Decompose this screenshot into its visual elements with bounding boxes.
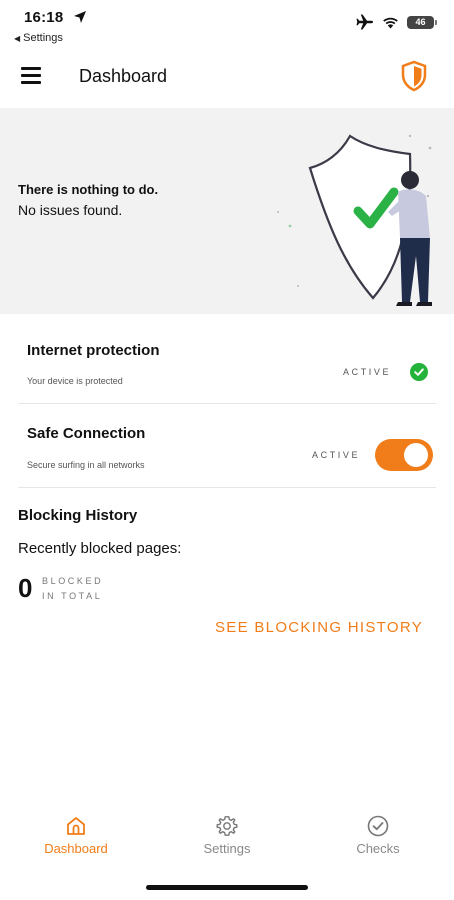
nav-settings[interactable]: Settings bbox=[172, 808, 282, 864]
safe-connection-row: Safe Connection Secure surfing in all ne… bbox=[18, 420, 436, 486]
blocking-history-subtitle: Recently blocked pages: bbox=[18, 540, 182, 557]
toggle-knob bbox=[404, 443, 428, 467]
internet-protection-title: Internet protection bbox=[27, 342, 160, 359]
status-time: 16:18 bbox=[24, 9, 64, 26]
check-circle-icon bbox=[410, 363, 428, 381]
divider bbox=[18, 403, 436, 404]
location-arrow-icon bbox=[74, 11, 86, 23]
home-icon bbox=[67, 817, 85, 835]
blocking-history-title: Blocking History bbox=[18, 507, 138, 524]
menu-icon-line bbox=[21, 81, 41, 84]
internet-protection-status: ACTIVE bbox=[343, 367, 392, 377]
back-label: Settings bbox=[23, 32, 63, 44]
gear-icon bbox=[216, 816, 238, 836]
page-title: Dashboard bbox=[79, 66, 168, 86]
status-indicators: 46 bbox=[356, 14, 437, 30]
safe-connection-description: Secure surfing in all networks bbox=[27, 460, 145, 470]
home-indicator[interactable] bbox=[146, 885, 308, 890]
status-hero: There is nothing to do. No issues found. bbox=[0, 108, 454, 314]
safe-connection-title: Safe Connection bbox=[27, 425, 146, 442]
check-circle-icon bbox=[367, 815, 389, 837]
nav-dashboard-label: Dashboard bbox=[44, 841, 108, 856]
safe-connection-status: ACTIVE bbox=[312, 450, 361, 460]
nav-dashboard[interactable]: Dashboard bbox=[21, 808, 131, 864]
blocked-count: 0 bbox=[18, 573, 33, 603]
see-blocking-history-link[interactable]: SEE BLOCKING HISTORY bbox=[215, 619, 423, 636]
wifi-icon bbox=[383, 17, 398, 28]
in-total-label: IN TOTAL bbox=[42, 591, 103, 601]
nav-checks-label: Checks bbox=[356, 841, 400, 856]
hero-subtitle: No issues found. bbox=[18, 202, 123, 218]
menu-icon-line bbox=[21, 67, 41, 70]
safe-connection-toggle[interactable] bbox=[375, 439, 433, 471]
shield-person-illustration bbox=[277, 134, 432, 306]
internet-protection-row: Internet protection Your device is prote… bbox=[18, 336, 436, 402]
divider bbox=[18, 487, 436, 488]
hero-title: There is nothing to do. bbox=[18, 182, 159, 197]
bottom-nav: Dashboard Settings Checks bbox=[0, 808, 454, 868]
internet-protection-description: Your device is protected bbox=[27, 376, 123, 386]
blocked-label: BLOCKED bbox=[42, 576, 104, 586]
app-bar: Dashboard bbox=[0, 48, 454, 106]
battery-icon: 46 bbox=[407, 15, 437, 29]
nav-checks[interactable]: Checks bbox=[323, 808, 433, 864]
back-triangle-icon: ◀ bbox=[14, 34, 21, 43]
menu-button[interactable] bbox=[18, 62, 44, 88]
nav-settings-label: Settings bbox=[203, 841, 251, 856]
status-bar: 16:18 ◀ Settings 46 bbox=[0, 0, 454, 48]
menu-icon-line bbox=[21, 74, 41, 77]
airplane-icon bbox=[356, 14, 373, 30]
back-to-settings-link[interactable]: ◀ Settings bbox=[14, 32, 63, 44]
shield-icon[interactable] bbox=[400, 60, 428, 92]
